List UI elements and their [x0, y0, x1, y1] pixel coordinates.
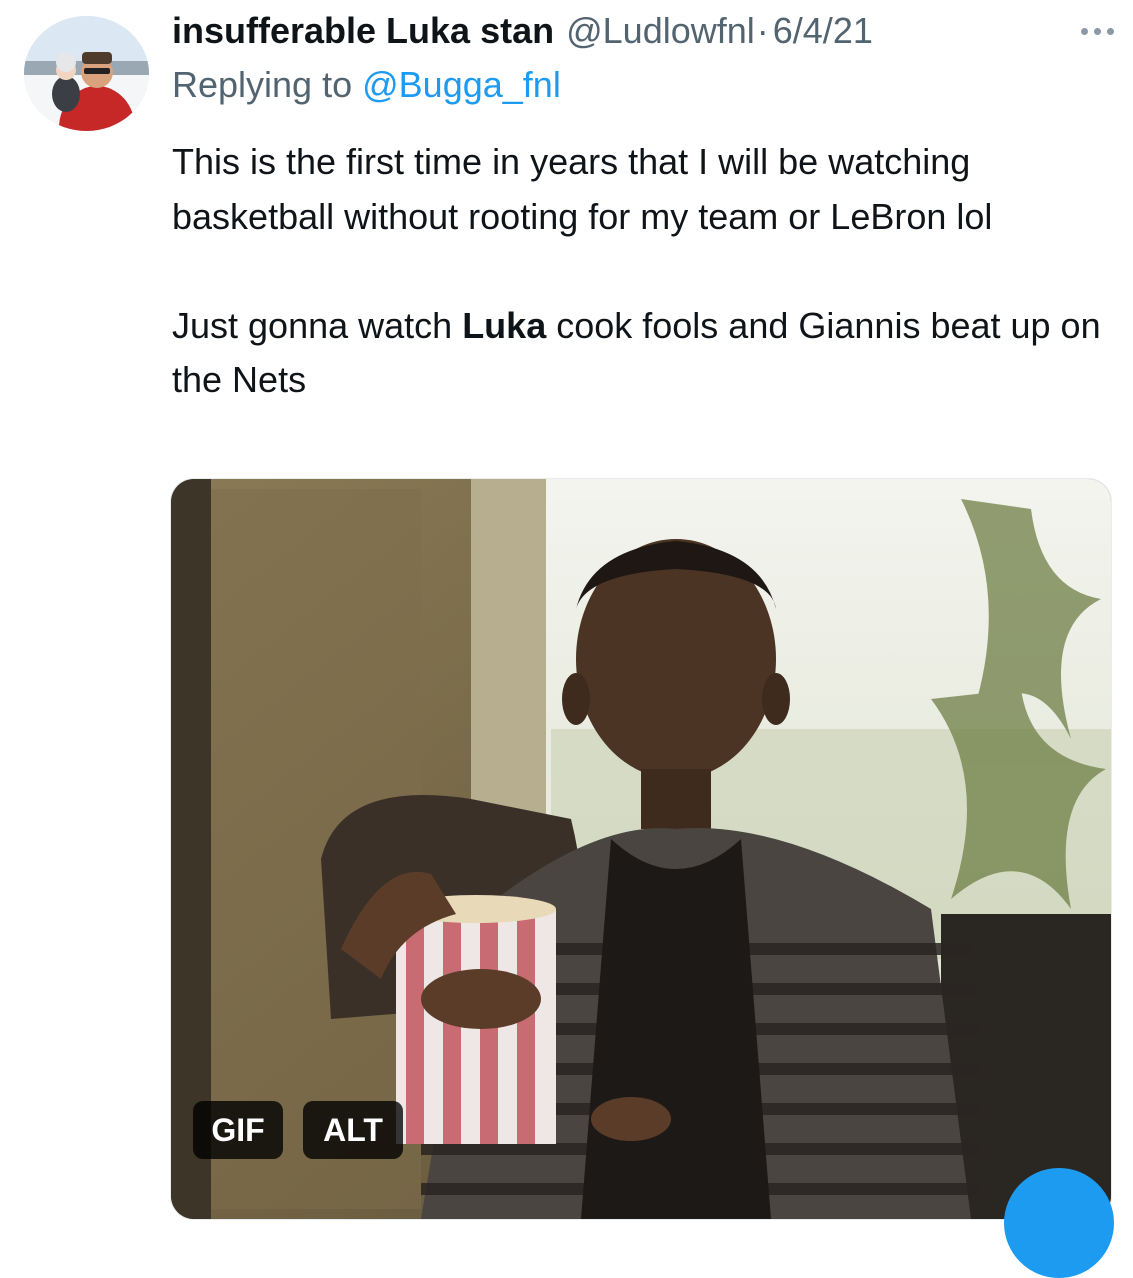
paragraph-2-start: Just gonna watch — [172, 304, 463, 346]
tweet-text: This is the first time in years that I w… — [172, 135, 1102, 408]
gif-badge: GIF — [193, 1101, 283, 1159]
user-handle[interactable]: @Ludlowfnl — [566, 10, 755, 52]
more-dot — [1094, 27, 1101, 35]
more-dot — [1081, 27, 1088, 35]
alt-text-button[interactable]: ALT — [303, 1101, 403, 1159]
highlighted-keyword: Luka — [462, 304, 547, 346]
reply-context: Replying to @Bugga_fnl — [172, 64, 561, 106]
more-horizontal-icon[interactable] — [1081, 20, 1121, 42]
gif-media[interactable]: GIF ALT — [170, 478, 1112, 1220]
tweet-paragraph-1: This is the first time in years that I w… — [172, 141, 993, 237]
tweet-header: insufferable Luka stan @Ludlowfnl · 6/4/… — [172, 8, 1113, 54]
tweet-paragraph-2: Just gonna watch Luka cook fools and Gia… — [172, 299, 1102, 408]
display-name[interactable]: insufferable Luka stan — [172, 10, 554, 52]
reply-mention-link[interactable]: @Bugga_fnl — [362, 64, 561, 105]
compose-fab[interactable] — [1004, 1168, 1114, 1278]
tweet-date[interactable]: 6/4/21 — [773, 10, 873, 52]
reply-prefix: Replying to — [172, 64, 353, 105]
avatar[interactable] — [24, 16, 149, 131]
more-dot — [1107, 27, 1114, 35]
separator-dot: · — [756, 10, 769, 51]
avatar-photo — [24, 16, 149, 131]
